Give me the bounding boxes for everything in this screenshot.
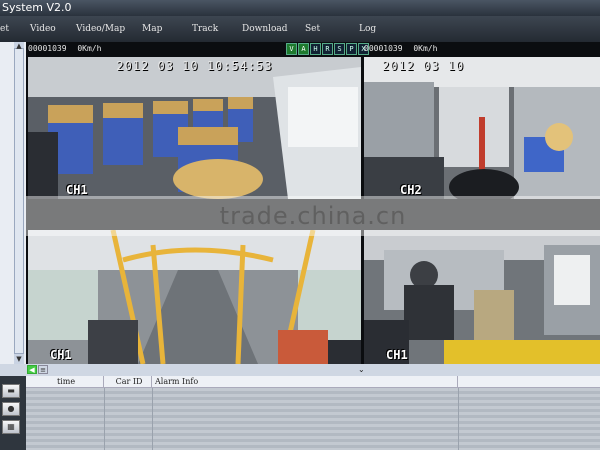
scroll-down-icon[interactable]: ▼ [14,355,24,363]
alarm-panel: ◀ ≡ ⌄ ▬ ● ▦ time Car ID Alarm Info [0,364,600,450]
app-title: System V2.0 [2,1,72,14]
camera-view-bus-seats [28,57,361,199]
record-button[interactable]: ● [2,402,20,416]
tree-scroll-thumb[interactable] [14,48,24,354]
flag-p[interactable]: P [346,42,357,55]
right-channel-header: 00001039 0Km/h [364,42,437,56]
column-divider [104,388,105,450]
alarm-table-body[interactable] [26,388,600,450]
channel-label: CH1 [50,348,72,362]
menu-item-video[interactable]: Video [30,16,56,42]
menu-item-et[interactable]: et [0,16,9,42]
scroll-up-icon[interactable]: ▲ [14,42,24,50]
column-divider [152,388,153,450]
panel-side-buttons: ▬ ● ▦ [0,376,26,450]
menu-item-map[interactable]: Map [142,16,162,42]
video-tile-3[interactable]: CH1 [28,230,361,364]
column-divider [458,388,459,450]
vehicle-id: 00001039 [28,44,67,53]
alarm-tab-icon[interactable]: ◀ [27,365,37,374]
menu-item-log[interactable]: Log [359,16,376,42]
alarm-table-header: time Car ID Alarm Info [26,376,600,388]
left-channel-header: 00001039 0Km/h [28,42,101,56]
window-title-bar: System V2.0 [0,0,600,16]
column-alarm-info[interactable]: Alarm Info [152,376,458,387]
video-tile-1[interactable]: 2012 03 10 10:54:53 CH1 [28,57,361,199]
flag-s[interactable]: S [334,42,345,55]
video-tile-2[interactable]: 2012 03 10 CH2 [364,57,600,199]
camera-view-door [364,57,600,199]
channel-label: CH2 [400,183,422,197]
flag-v[interactable]: V [286,42,297,55]
menu-item-video-map[interactable]: Video/Map [76,16,125,42]
collapse-chevron-icon[interactable]: ⌄ [358,364,365,376]
video-tile-4[interactable]: CH1 [364,230,600,364]
menu-bar: et Video Video/Map Map Track Download Se… [0,16,600,43]
flag-r[interactable]: R [322,42,333,55]
channel-label: CH1 [386,348,408,362]
column-car-id[interactable]: Car ID [104,376,152,387]
device-tree-panel[interactable]: ▲ ▼ [0,42,27,364]
camera-view-bus-aisle [28,230,361,364]
vehicle-id: 00001039 [364,44,403,53]
vehicle-speed: 0Km/h [77,44,102,53]
list-tab-icon[interactable]: ≡ [38,365,48,374]
channel-label: CH1 [66,183,88,197]
column-time[interactable]: time [26,376,104,387]
camera-view-driver [364,230,600,364]
menu-item-track[interactable]: Track [192,16,218,42]
video-timestamp: 2012 03 10 10:54:53 [116,59,273,73]
video-timestamp: 2012 03 10 [382,59,465,73]
vehicle-speed: 0Km/h [413,44,438,53]
minimize-panel-button[interactable]: ▬ [2,384,20,398]
watermark: trade.china.cn [26,196,600,236]
flag-h[interactable]: H [310,42,321,55]
menu-item-set[interactable]: Set [305,16,320,42]
menu-item-download[interactable]: Download [242,16,288,42]
grid-layout-button[interactable]: ▦ [2,420,20,434]
status-flags: VAHRSPX [286,42,370,56]
flag-a[interactable]: A [298,42,309,55]
